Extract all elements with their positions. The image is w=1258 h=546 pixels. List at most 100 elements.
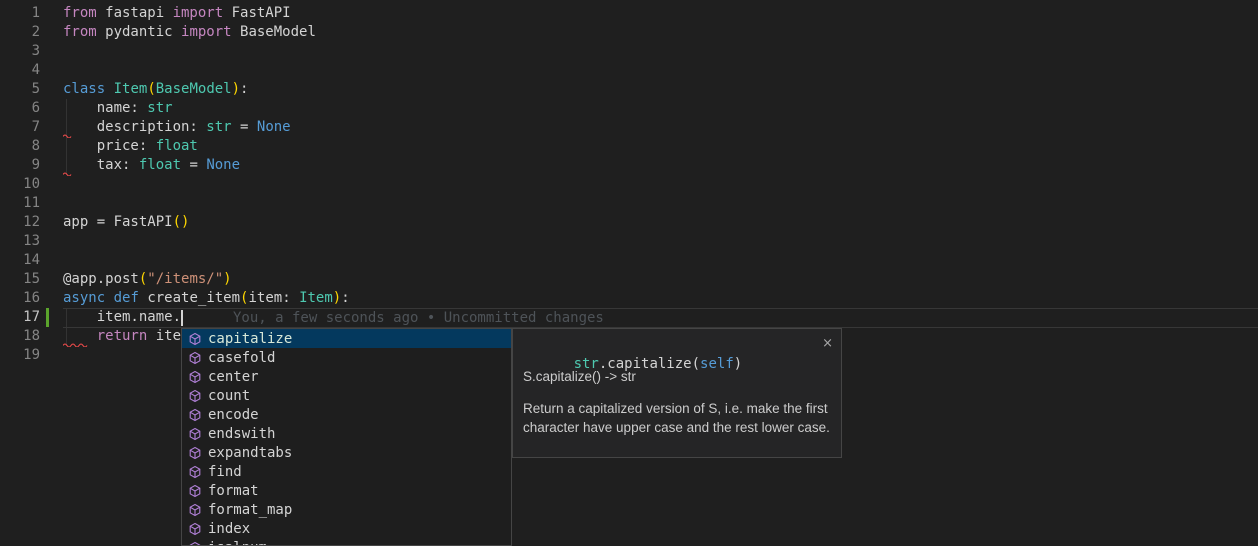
suggestion-item[interactable]: center [182, 367, 511, 386]
code-line[interactable]: 1from fastapi import FastAPI [0, 4, 1258, 23]
line-number[interactable]: 19 [0, 346, 40, 365]
code-token: ite [147, 328, 181, 344]
code-line[interactable]: 10 [0, 175, 1258, 194]
code-line[interactable]: 2from pydantic import BaseModel [0, 23, 1258, 42]
line-number[interactable]: 7 [0, 118, 40, 137]
git-added-gutter-indicator [46, 308, 49, 327]
line-number[interactable]: 5 [0, 80, 40, 99]
gutter-space [40, 175, 63, 194]
line-number[interactable]: 11 [0, 194, 40, 213]
suggestion-label: casefold [208, 350, 275, 366]
code-line[interactable]: 3 [0, 42, 1258, 61]
symbol-method-icon [187, 407, 203, 423]
line-number[interactable]: 13 [0, 232, 40, 251]
line-number[interactable]: 17 [0, 308, 40, 327]
code-token: pydantic [97, 24, 181, 40]
symbol-method-icon [187, 464, 203, 480]
code-token: description: [63, 119, 206, 135]
code-line[interactable]: 16async def create_item(item: Item): [0, 289, 1258, 308]
code-token: None [257, 119, 291, 135]
gutter-space [40, 4, 63, 23]
code-token: ) [734, 356, 742, 372]
line-number[interactable]: 12 [0, 213, 40, 232]
code-token: class [63, 81, 105, 97]
code-token: .capitalize( [599, 356, 700, 372]
code-line[interactable]: 13 [0, 232, 1258, 251]
suggestion-label: isalnum [208, 540, 267, 546]
suggestion-label: count [208, 388, 250, 404]
suggestion-item[interactable]: expandtabs [182, 443, 511, 462]
error-squiggle [63, 133, 72, 138]
line-number[interactable]: 1 [0, 4, 40, 23]
line-number[interactable]: 6 [0, 99, 40, 118]
git-blame-annotation: You, a few seconds ago • Uncommitted cha… [233, 308, 604, 327]
line-number[interactable]: 18 [0, 327, 40, 346]
line-number[interactable]: 10 [0, 175, 40, 194]
code-token: async [63, 290, 105, 306]
code-line[interactable]: 4 [0, 61, 1258, 80]
line-number[interactable]: 8 [0, 137, 40, 156]
suggestion-item[interactable]: casefold [182, 348, 511, 367]
code-line[interactable]: 12 app = FastAPI() [0, 213, 1258, 232]
gutter-space [40, 118, 63, 137]
code-line[interactable]: 15 @app.post("/items/") [0, 270, 1258, 289]
suggestion-item[interactable]: index [182, 519, 511, 538]
line-number[interactable]: 14 [0, 251, 40, 270]
text-cursor [181, 310, 183, 326]
suggestion-item[interactable]: find [182, 462, 511, 481]
code-token: float [139, 157, 181, 173]
symbol-method-icon [187, 331, 203, 347]
code-token: fastapi [97, 5, 173, 21]
close-icon[interactable]: × [822, 336, 833, 351]
suggestion-label: capitalize [208, 331, 292, 347]
line-number[interactable]: 9 [0, 156, 40, 175]
code-token: from [63, 5, 97, 21]
code-token: create_item [139, 290, 240, 306]
gutter-space [40, 23, 63, 42]
gutter-space [40, 346, 63, 365]
suggestion-item[interactable]: capitalize [182, 329, 511, 348]
line-number[interactable]: 2 [0, 23, 40, 42]
suggestion-label: expandtabs [208, 445, 292, 461]
symbol-method-icon [187, 445, 203, 461]
code-line[interactable]: 5class Item(BaseModel): [0, 80, 1258, 99]
code-token: BaseModel [232, 24, 316, 40]
suggestion-item[interactable]: format_map [182, 500, 511, 519]
suggestion-label: center [208, 369, 259, 385]
line-number[interactable]: 3 [0, 42, 40, 61]
code-token: import [181, 24, 232, 40]
line-number[interactable]: 15 [0, 270, 40, 289]
code-line[interactable]: 9 tax: float = None [0, 156, 1258, 175]
suggestion-item[interactable]: format [182, 481, 511, 500]
doc-signature: str.capitalize(self) × [523, 336, 831, 355]
code-line[interactable]: 14 [0, 251, 1258, 270]
documentation-popup: str.capitalize(self) × S.capitalize() ->… [512, 328, 842, 458]
code-line[interactable]: 8 price: float [0, 137, 1258, 156]
code-token: ( [147, 81, 155, 97]
symbol-method-icon [187, 388, 203, 404]
gutter-space [40, 137, 63, 156]
code-token: : [341, 290, 349, 306]
code-token: @app.post [63, 271, 139, 287]
code-line[interactable]: 7 description: str = None [0, 118, 1258, 137]
gutter-space [40, 327, 63, 346]
suggestion-item[interactable]: encode [182, 405, 511, 424]
line-number[interactable]: 4 [0, 61, 40, 80]
suggestion-label: find [208, 464, 242, 480]
suggestion-item[interactable]: isalnum [182, 538, 511, 546]
code-text: @app.post("/items/") [63, 270, 232, 289]
code-line[interactable]: 6 name: str [0, 99, 1258, 118]
code-token: tax: [63, 157, 139, 173]
code-token: : [240, 81, 248, 97]
suggestion-item[interactable]: endswith [182, 424, 511, 443]
code-token: = [232, 119, 257, 135]
code-text: app = FastAPI() [63, 213, 189, 232]
suggestion-item[interactable]: count [182, 386, 511, 405]
line-number[interactable]: 16 [0, 289, 40, 308]
suggestion-list: capitalize casefold center count encode … [182, 329, 511, 546]
suggestion-label: index [208, 521, 250, 537]
code-line[interactable]: 11 [0, 194, 1258, 213]
doc-description: Return a capitalized version of S, i.e. … [523, 399, 835, 437]
gutter-space [40, 308, 63, 327]
autocomplete-widget: capitalize casefold center count encode … [181, 328, 512, 546]
